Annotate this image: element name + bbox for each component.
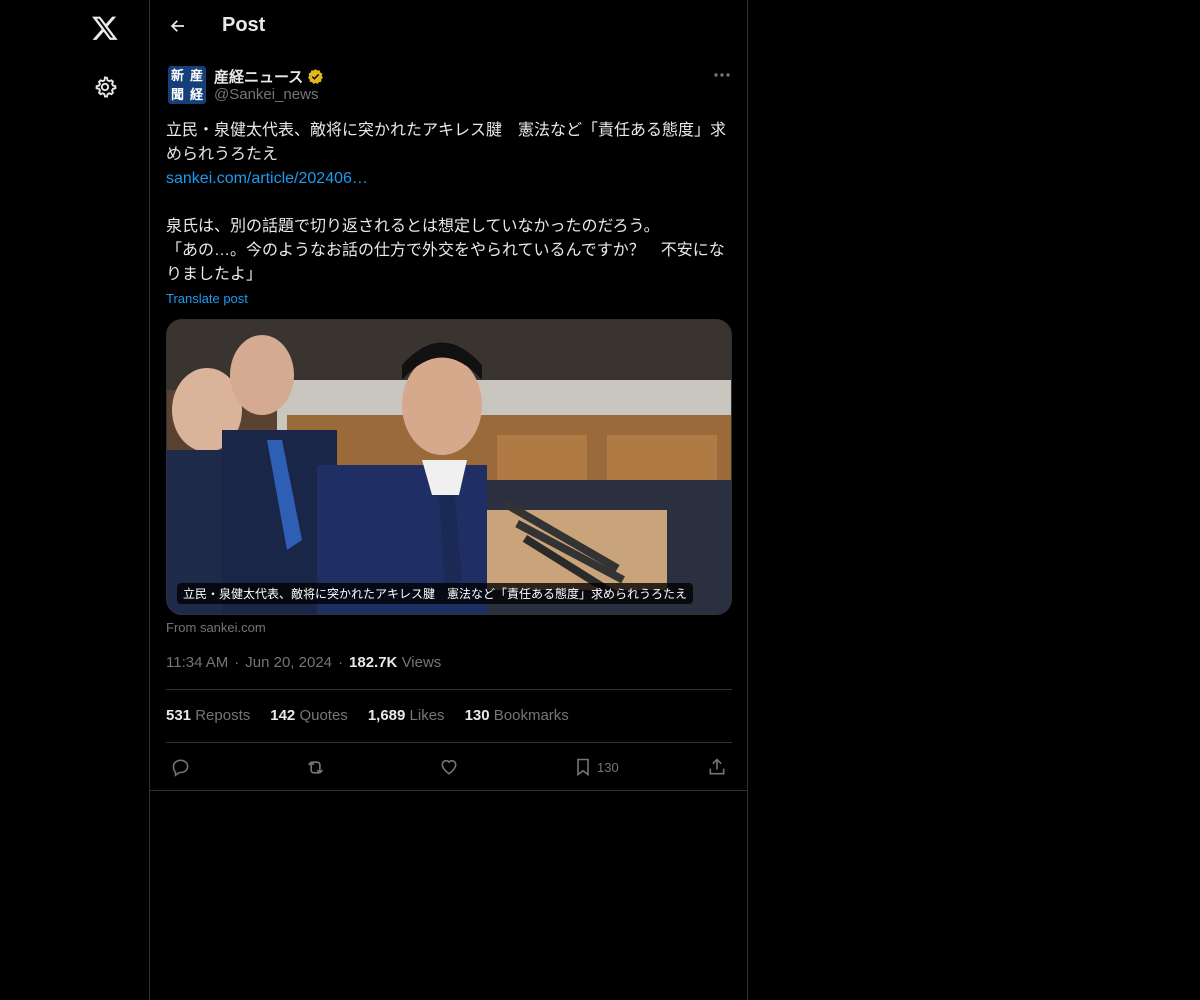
like-button[interactable] (439, 752, 459, 782)
translate-post-link[interactable]: Translate post (166, 291, 248, 306)
views-group: 182.7K Views (349, 654, 441, 671)
x-logo-icon[interactable] (80, 3, 130, 53)
reposts-label: Reposts (195, 707, 251, 724)
back-arrow-icon[interactable] (164, 12, 192, 40)
post-link[interactable]: sankei.com/article/202406… (166, 167, 734, 191)
bookmarks-label: Bookmarks (493, 707, 569, 724)
divider (166, 742, 732, 743)
post-column: Post 新 産 聞 経 産経ニュース @Sankei_news 立民・泉健太代… (149, 0, 748, 1000)
verified-badge-icon (308, 69, 324, 85)
post-text-body: 泉氏は、別の話題で切り返されるとは想定していなかったのだろう。 「あの…。今のよ… (166, 218, 725, 283)
share-button[interactable] (707, 752, 727, 782)
repost-icon (307, 760, 324, 774)
reposts-stat[interactable]: 531 Reposts (166, 707, 250, 724)
card-source[interactable]: From sankei.com (166, 620, 266, 635)
views-label: Views (401, 654, 442, 671)
bookmarks-count: 130 (464, 707, 490, 724)
post-meta: 11:34 AM · Jun 20, 2024 · 182.7K Views (166, 654, 441, 671)
avatar-char: 産 (189, 68, 203, 83)
likes-stat[interactable]: 1,689 Likes (368, 707, 445, 724)
avatar-char: 聞 (170, 87, 184, 102)
quotes-label: Quotes (299, 707, 348, 724)
quotes-stat[interactable]: 142 Quotes (270, 707, 348, 724)
avatar-char: 経 (189, 87, 203, 102)
avatar[interactable]: 新 産 聞 経 (168, 66, 206, 104)
reposts-count: 531 (166, 707, 192, 724)
reply-icon (172, 759, 189, 777)
link-card[interactable]: 立民・泉健太代表、敵将に突かれたアキレス腱 憲法など「責任ある態度」求められうろ… (166, 319, 732, 615)
views-count: 182.7K (349, 654, 398, 671)
post-text-headline: 立民・泉健太代表、敵将に突かれたアキレス腱 憲法など「責任ある態度」求められうろ… (166, 122, 727, 163)
author-name[interactable]: 産経ニュース (214, 66, 324, 87)
engagement-stats: 531 Reposts 142 Quotes 1,689 Likes 130 B… (166, 707, 569, 724)
card-caption: 立民・泉健太代表、敵将に突かれたアキレス腱 憲法など「責任ある態度」求められうろ… (177, 583, 694, 604)
divider (150, 790, 748, 791)
bookmarks-stat[interactable]: 130 Bookmarks (465, 707, 569, 724)
avatar-char: 新 (170, 68, 184, 83)
likes-label: Likes (409, 707, 445, 724)
quotes-count: 142 (270, 707, 296, 724)
meta-dot: · (234, 654, 240, 671)
meta-dot: · (338, 654, 344, 671)
share-icon (709, 758, 725, 775)
post-date[interactable]: Jun 20, 2024 (245, 654, 332, 671)
more-options-icon[interactable] (708, 64, 736, 86)
bookmark-count: 130 (597, 759, 619, 775)
post-text: 立民・泉健太代表、敵将に突かれたアキレス腱 憲法など「責任ある態度」求められうろ… (166, 119, 734, 287)
likes-count: 1,689 (367, 707, 406, 724)
divider (166, 689, 732, 690)
card-image (167, 320, 731, 614)
post-time[interactable]: 11:34 AM (166, 654, 228, 671)
bookmark-button[interactable]: 130 (573, 752, 619, 782)
page-title: Post (222, 14, 266, 36)
author-handle[interactable]: @Sankei_news (214, 86, 318, 103)
repost-button[interactable] (305, 752, 326, 782)
page-header: Post (150, 0, 748, 53)
author-display-name: 産経ニュース (214, 69, 304, 86)
gear-icon[interactable] (80, 62, 130, 112)
left-nav (0, 0, 149, 1000)
bookmark-icon (577, 758, 589, 777)
reply-button[interactable] (171, 752, 191, 782)
heart-icon (441, 759, 457, 775)
action-bar: 130 (166, 752, 732, 782)
